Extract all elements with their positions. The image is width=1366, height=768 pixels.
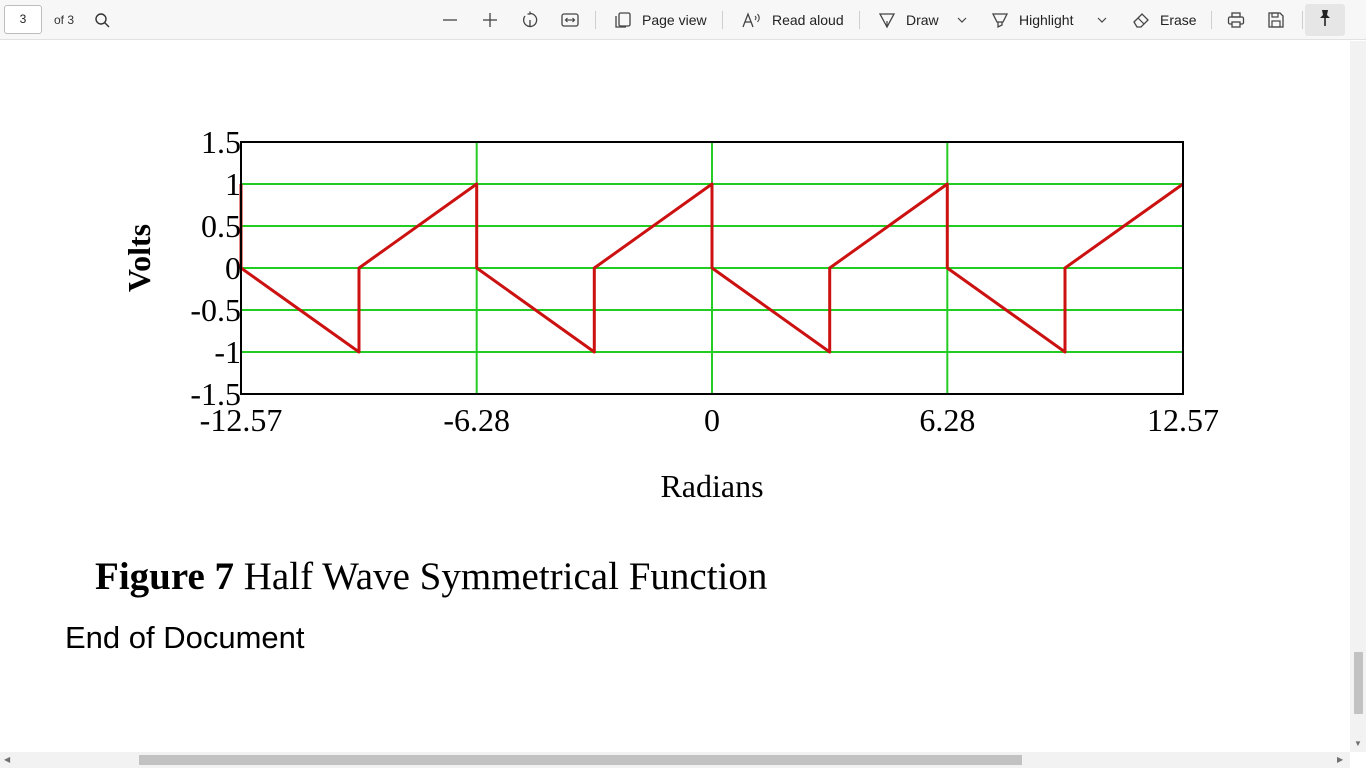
vertical-scrollbar[interactable]: ▼ bbox=[1350, 41, 1366, 752]
erase-label: Erase bbox=[1160, 12, 1197, 28]
eraser-icon bbox=[1132, 11, 1150, 29]
printer-icon bbox=[1227, 11, 1245, 29]
toolbar-divider bbox=[722, 11, 723, 29]
page-view-button[interactable]: Page view bbox=[614, 0, 707, 40]
zoom-out-button[interactable] bbox=[442, 0, 458, 40]
figure-number: Figure 7 bbox=[95, 555, 235, 598]
y-tick-label: 0.5 bbox=[201, 208, 241, 244]
search-icon bbox=[94, 12, 111, 29]
plus-icon bbox=[482, 12, 498, 28]
save-button[interactable] bbox=[1267, 0, 1285, 40]
scroll-left-icon[interactable]: ◀ bbox=[4, 755, 10, 765]
end-of-document-text: End of Document bbox=[65, 620, 305, 655]
highlighter-icon bbox=[991, 11, 1009, 29]
fit-width-icon bbox=[561, 12, 579, 28]
y-tick-label: 1 bbox=[225, 166, 241, 202]
draw-icon bbox=[878, 11, 896, 29]
page-number-input[interactable]: 3 bbox=[4, 5, 42, 34]
zoom-in-button[interactable] bbox=[482, 0, 498, 40]
x-axis-label: Radians bbox=[660, 468, 763, 504]
toolbar-divider bbox=[595, 11, 596, 29]
y-tick-label: -1 bbox=[214, 334, 241, 370]
search-button[interactable] bbox=[94, 0, 111, 40]
toolbar-divider bbox=[859, 11, 860, 29]
y-tick-label: 1.5 bbox=[201, 124, 241, 160]
figure-title: Half Wave Symmetrical Function bbox=[234, 555, 768, 598]
highlight-options-dropdown[interactable] bbox=[1096, 0, 1108, 40]
horizontal-scrollbar[interactable]: ◀ ▶ bbox=[0, 752, 1350, 768]
draw-label: Draw bbox=[906, 12, 939, 28]
pin-toolbar-button[interactable] bbox=[1305, 4, 1345, 36]
highlight-button[interactable]: Highlight bbox=[991, 0, 1073, 40]
rotate-icon bbox=[521, 11, 539, 29]
page-total-label: of 3 bbox=[54, 13, 75, 27]
rotate-button[interactable] bbox=[521, 0, 539, 40]
print-button[interactable] bbox=[1227, 0, 1245, 40]
draw-options-dropdown[interactable] bbox=[956, 0, 968, 40]
y-tick-label: -0.5 bbox=[190, 292, 241, 328]
pin-icon bbox=[1317, 9, 1333, 32]
chevron-down-icon bbox=[1096, 14, 1108, 26]
scroll-right-icon[interactable]: ▶ bbox=[1337, 755, 1343, 765]
highlight-label: Highlight bbox=[1019, 12, 1074, 28]
fit-width-button[interactable] bbox=[561, 0, 579, 40]
draw-button[interactable]: Draw bbox=[878, 0, 939, 40]
erase-button[interactable]: Erase bbox=[1132, 0, 1197, 40]
read-aloud-icon bbox=[742, 11, 762, 29]
document-page: 1.5 1 0.5 0 -0.5 -1 -1.5 -12.57 -6.28 0 6.28 12.57 … bbox=[0, 41, 1350, 752]
toolbar-divider bbox=[1211, 11, 1212, 29]
vertical-scroll-thumb[interactable] bbox=[1354, 652, 1363, 714]
x-tick-label: 0 bbox=[704, 402, 720, 438]
toolbar-divider bbox=[1302, 11, 1303, 29]
read-aloud-label: Read aloud bbox=[772, 12, 844, 28]
x-tick-label: 12.57 bbox=[1147, 402, 1219, 438]
save-icon bbox=[1267, 11, 1285, 29]
half-wave-chart: 1.510.50-0.5-1-1.5-12.57 -6.28 0 6.28 12.57 … bbox=[121, 124, 1219, 504]
chevron-down-icon bbox=[956, 14, 968, 26]
page-view-icon bbox=[614, 11, 632, 29]
page-view-label: Page view bbox=[642, 12, 707, 28]
scroll-down-icon[interactable]: ▼ bbox=[1354, 739, 1362, 749]
figure-caption: Figure 7 Half Wave Symmetrical Function bbox=[95, 554, 767, 599]
x-tick-label: -6.28 bbox=[443, 402, 510, 438]
x-tick-label: 6.28 bbox=[919, 402, 975, 438]
horizontal-scroll-thumb[interactable] bbox=[139, 755, 1022, 765]
read-aloud-button[interactable]: Read aloud bbox=[742, 0, 844, 40]
y-axis-label: Volts bbox=[121, 224, 157, 292]
x-tick-label: -12.57 bbox=[200, 402, 283, 438]
minus-icon bbox=[442, 12, 458, 28]
y-tick-label: 0 bbox=[225, 250, 241, 286]
pdf-toolbar: 3 of 3 Page view Read aloud Draw Highlig… bbox=[0, 0, 1366, 40]
